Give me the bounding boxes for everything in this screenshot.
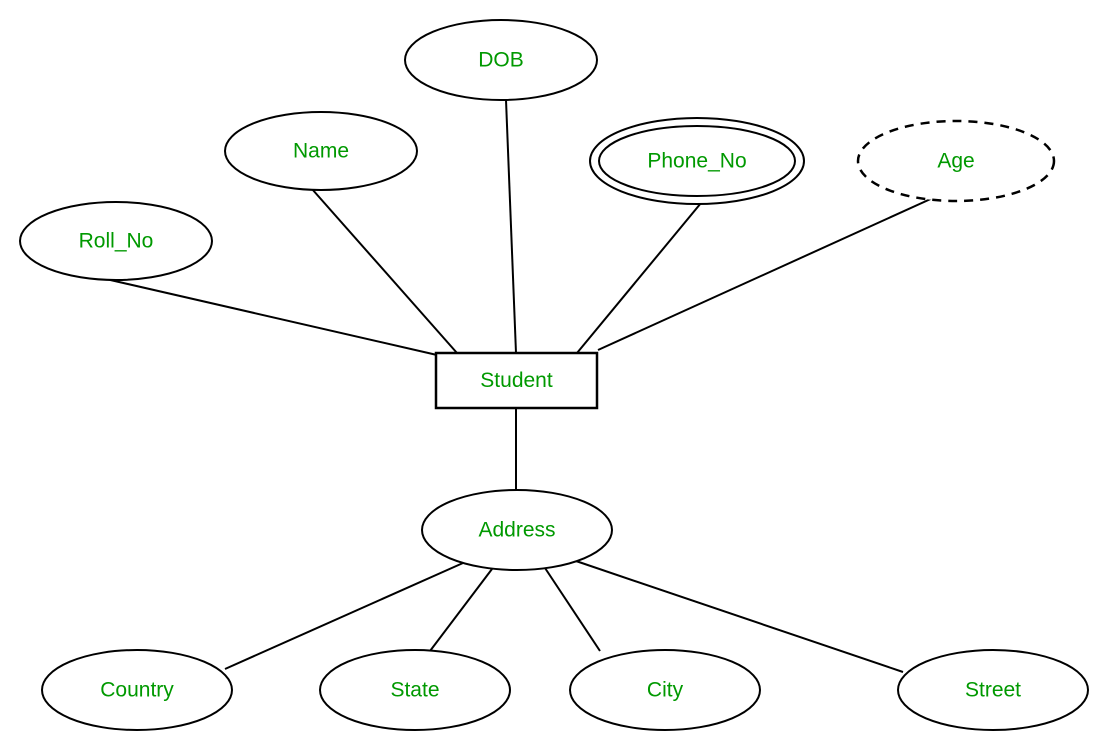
er-diagram-canvas: Student Roll_No Name DOB Phone_No Age Address C… (0, 0, 1112, 753)
attribute-street[interactable]: Street (897, 649, 1089, 731)
nodes-layer: Student Roll_No Name DOB Phone_No Age Address C… (19, 19, 1089, 731)
connector-dob-to-student (505, 99, 517, 354)
attribute-phone_no[interactable]: Phone_No (589, 117, 805, 205)
attribute-city[interactable]: City (569, 649, 761, 731)
attribute-address[interactable]: Address (421, 489, 613, 571)
attribute-age[interactable]: Age (856, 119, 1056, 203)
attribute-label-dob: DOB (478, 49, 524, 72)
attribute-label-country: Country (100, 679, 174, 702)
attribute-dob[interactable]: DOB (404, 19, 598, 101)
attribute-label-name: Name (293, 140, 349, 163)
attribute-name[interactable]: Name (224, 111, 418, 191)
attribute-label-state: State (390, 679, 439, 702)
attribute-label-age: Age (937, 150, 974, 173)
entity-student[interactable]: Student (434, 351, 599, 410)
attribute-label-roll_no: Roll_No (79, 230, 154, 253)
attribute-label-address: Address (478, 519, 555, 542)
connector-address-to-state (429, 568, 493, 652)
attribute-state[interactable]: State (319, 649, 511, 731)
entity-label-student: Student (480, 369, 553, 392)
attribute-label-street: Street (965, 679, 1021, 702)
attribute-roll_no[interactable]: Roll_No (19, 201, 213, 281)
connector-roll_no-to-student (105, 278, 438, 356)
connector-name-to-student (311, 188, 458, 354)
attribute-label-city: City (647, 679, 684, 702)
attribute-country[interactable]: Country (41, 649, 233, 731)
attribute-label-phone_no: Phone_No (647, 150, 746, 173)
connector-address-to-city (544, 567, 601, 652)
connector-age-to-student (597, 196, 936, 351)
